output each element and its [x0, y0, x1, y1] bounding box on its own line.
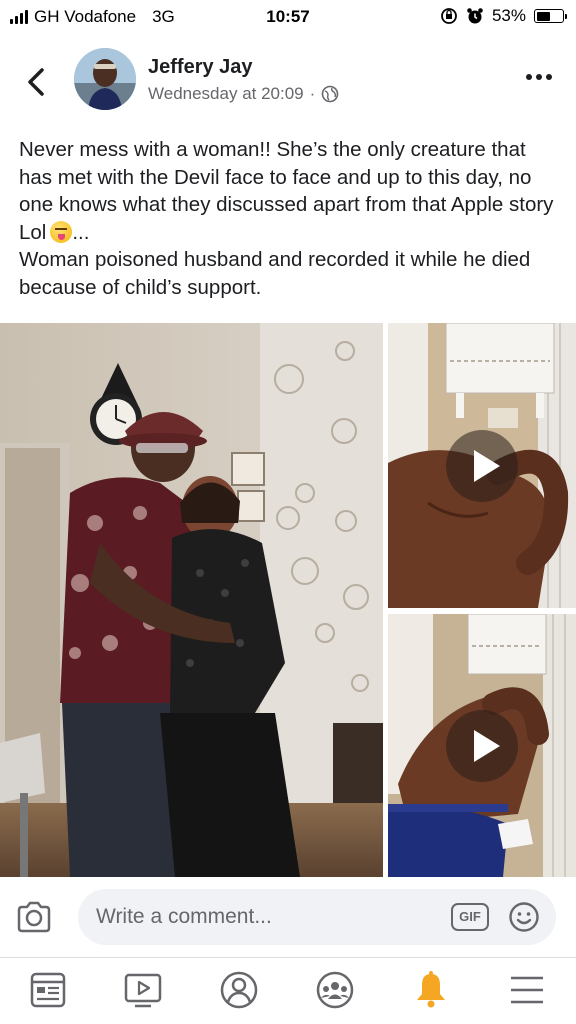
watch-icon [124, 973, 162, 1008]
more-options-button[interactable] [526, 74, 552, 80]
status-bar: GH Vodafone 3G 10:57 53% [0, 0, 576, 34]
author-name[interactable]: Jeffery Jay [148, 56, 253, 79]
nav-news-feed[interactable] [26, 970, 70, 1010]
comment-bar: Write a comment... GIF [0, 877, 576, 957]
post-text-paragraph-1: Never mess with a woman!! She’s the only… [19, 136, 559, 246]
more-dot-icon [546, 74, 552, 80]
nav-profile[interactable] [217, 970, 261, 1010]
meta-separator: · [309, 84, 316, 103]
nav-watch[interactable] [121, 970, 165, 1010]
post-text-ellipsis: ... [72, 220, 90, 244]
post-text-paragraph-2: Woman poisoned husband and recorded it w… [19, 248, 531, 299]
emoji-button[interactable] [508, 901, 540, 933]
comment-input[interactable]: Write a comment... GIF [78, 889, 556, 945]
couple-photo-image [0, 323, 383, 877]
avatar[interactable] [74, 48, 136, 110]
chevron-left-icon [28, 68, 44, 96]
video-thumbnail-1[interactable] [388, 323, 576, 608]
tongue-out-face-emoji-icon [50, 220, 73, 243]
camera-icon [17, 901, 51, 933]
notifications-icon [417, 971, 445, 1008]
post-text: Never mess with a woman!! She’s the only… [19, 136, 559, 301]
status-right: 53% [440, 6, 567, 26]
groups-icon [316, 971, 354, 1009]
couple-photo[interactable] [0, 323, 383, 877]
video-thumbnail-2[interactable] [388, 614, 576, 877]
news-feed-icon [30, 972, 66, 1008]
profile-icon [220, 971, 258, 1009]
nav-groups[interactable] [313, 970, 357, 1010]
avatar-image [74, 48, 136, 110]
nav-notifications[interactable] [409, 970, 453, 1010]
play-icon[interactable] [446, 709, 518, 782]
nav-menu[interactable] [505, 970, 549, 1010]
rotation-lock-icon [441, 8, 457, 24]
back-button[interactable] [22, 62, 52, 102]
camera-button[interactable] [14, 897, 54, 937]
bottom-nav [0, 957, 576, 1024]
post-media [0, 323, 576, 877]
play-icon[interactable] [446, 429, 518, 502]
battery-fill [536, 11, 550, 21]
gif-button[interactable]: GIF [451, 903, 489, 931]
menu-icon [511, 976, 543, 1004]
post-meta: Wednesday at 20:09 · [148, 84, 339, 104]
smiley-icon [509, 902, 539, 932]
globe-icon [322, 85, 339, 103]
battery-percent: 53% [491, 6, 526, 25]
more-dot-icon [536, 74, 542, 80]
alarm-icon [467, 8, 483, 24]
battery-icon [534, 9, 567, 23]
comment-placeholder: Write a comment... [96, 905, 272, 928]
post-header: Jeffery Jay Wednesday at 20:09 · [0, 44, 576, 124]
post-text-line-1: Never mess with a woman!! She’s the only… [19, 138, 554, 244]
post-timestamp[interactable]: Wednesday at 20:09 [148, 84, 304, 104]
more-dot-icon [526, 74, 532, 80]
